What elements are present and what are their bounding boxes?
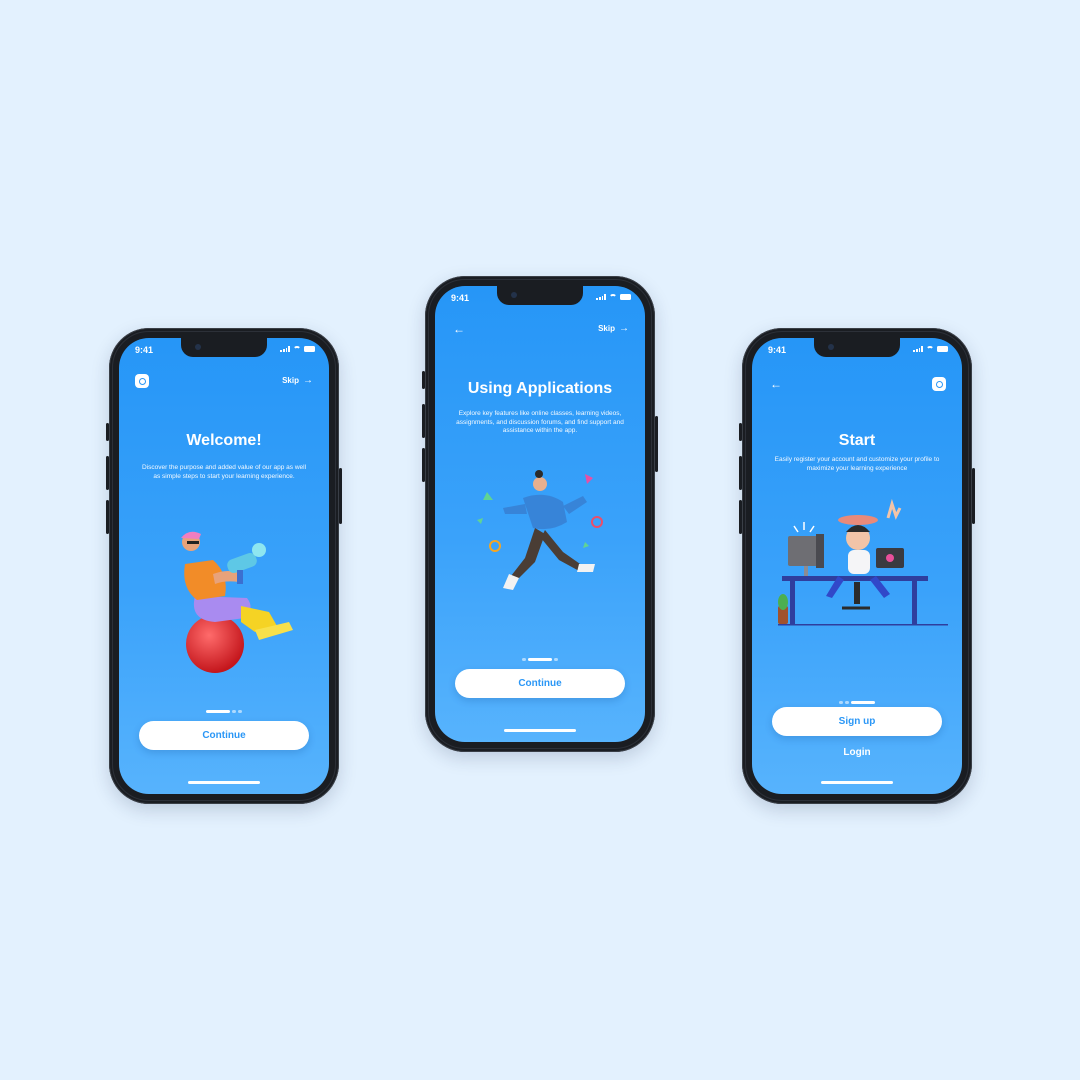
skip-label: Skip — [282, 376, 299, 385]
notch — [814, 338, 900, 357]
back-arrow-icon[interactable]: ← — [453, 322, 467, 336]
app-logo-icon[interactable] — [932, 377, 946, 391]
arrow-right-icon: → — [619, 323, 629, 334]
phone-welcome: 9:41 Skip → Welcome! Discover the purpos… — [106, 328, 342, 804]
walking-person-illustration — [477, 470, 603, 590]
signal-icon — [913, 346, 923, 352]
notch — [181, 338, 267, 357]
page-indicator — [206, 710, 242, 713]
signal-icon — [280, 346, 290, 352]
status-time: 9:41 — [135, 345, 154, 355]
page-indicator — [839, 701, 875, 704]
battery-icon — [304, 346, 315, 352]
back-arrow-icon[interactable]: ← — [770, 377, 784, 391]
page-dot-2 — [232, 710, 236, 713]
page-description: Explore key features like online classes… — [456, 410, 624, 434]
status-icons — [596, 294, 631, 300]
arrow-right-icon: → — [303, 375, 313, 386]
app-logo-icon[interactable] — [135, 374, 149, 388]
phone-using-applications: 9:41 ← Skip → Using Applications Explore… — [422, 276, 658, 752]
home-indicator — [821, 781, 893, 784]
page-dot-1 — [522, 658, 526, 661]
home-indicator — [188, 781, 260, 784]
skip-label: Skip — [598, 324, 615, 333]
skip-button[interactable]: Skip → — [282, 375, 313, 386]
page-dot-3 — [554, 658, 558, 661]
battery-icon — [620, 294, 631, 300]
welcome-screen: 9:41 Skip → Welcome! Discover the purpos… — [119, 338, 329, 794]
start-screen: 9:41 ← Start Easily register your accoun… — [752, 338, 962, 794]
status-time: 9:41 — [451, 293, 470, 303]
continue-button[interactable]: Continue — [455, 669, 625, 698]
page-title: Welcome! — [186, 432, 262, 449]
home-indicator — [504, 729, 576, 732]
page-dot-2 — [845, 701, 849, 704]
page-dot-1 — [206, 710, 230, 713]
welcome-illustration — [181, 531, 293, 673]
phone-start: 9:41 ← Start Easily register your accoun… — [739, 328, 975, 804]
battery-icon — [937, 346, 948, 352]
login-link[interactable]: Login — [752, 747, 962, 758]
page-dot-3 — [238, 710, 242, 713]
status-icons — [913, 346, 948, 352]
page-description: Discover the purpose and added value of … — [141, 464, 307, 480]
continue-button[interactable]: Continue — [139, 721, 309, 750]
using-applications-screen: 9:41 ← Skip → Using Applications Explore… — [435, 286, 645, 742]
wifi-icon — [609, 294, 617, 300]
status-icons — [280, 346, 315, 352]
wifi-icon — [926, 346, 934, 352]
status-time: 9:41 — [768, 345, 787, 355]
page-title: Start — [838, 432, 876, 449]
page-title: Using Applications — [467, 380, 613, 397]
page-dot-3 — [851, 701, 875, 704]
desk-illustration — [778, 498, 948, 626]
sign-up-button[interactable]: Sign up — [772, 707, 942, 736]
page-dot-2 — [528, 658, 552, 661]
notch — [497, 286, 583, 305]
page-indicator — [522, 658, 558, 661]
skip-button[interactable]: Skip → — [598, 323, 629, 334]
signal-icon — [596, 294, 606, 300]
wifi-icon — [293, 346, 301, 352]
page-dot-1 — [839, 701, 843, 704]
page-description: Easily register your account and customi… — [774, 456, 940, 472]
